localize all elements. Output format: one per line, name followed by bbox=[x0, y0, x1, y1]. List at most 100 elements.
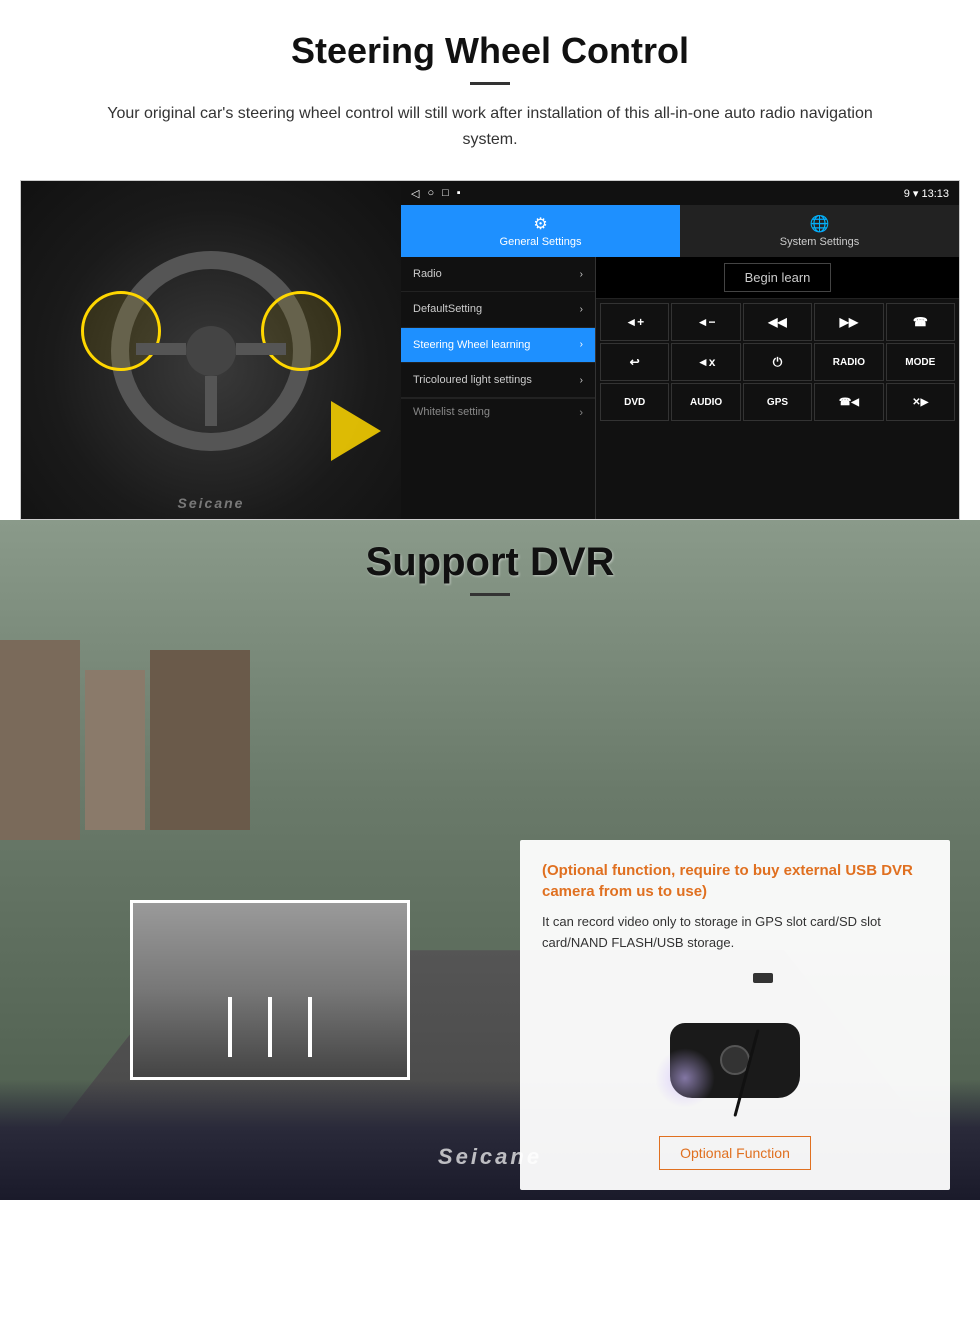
steering-title-block: Steering Wheel Control Your original car… bbox=[0, 0, 980, 162]
general-settings-icon: ⚙ bbox=[533, 214, 547, 234]
ctrl-mute[interactable]: ◄x bbox=[671, 343, 740, 381]
android-ui-panel: ◁ ○ □ ▪ 9 ▾ 13:13 ⚙ General Settings bbox=[401, 181, 959, 520]
menu-item-default-setting[interactable]: DefaultSetting › bbox=[401, 292, 595, 327]
ctrl-call-next[interactable]: ✕▶ bbox=[886, 383, 955, 421]
menu-item-tricoloured[interactable]: Tricoloured light settings › bbox=[401, 363, 595, 398]
ctrl-gps[interactable]: GPS bbox=[743, 383, 812, 421]
system-settings-icon: 🌐 bbox=[810, 214, 830, 234]
steering-learn-panel: Begin learn ◄+ ◄− ◀◀ ▶▶ ☎ ↩ ◄x ⏻ RADIO M… bbox=[596, 257, 959, 520]
dvr-thumbnail bbox=[130, 900, 410, 1080]
seicane-watermark-steering: Seicane bbox=[178, 495, 245, 511]
prev-icon: ◀◀ bbox=[768, 315, 786, 329]
settings-menu: Radio › DefaultSetting › Steering Wheel … bbox=[401, 257, 596, 520]
tab-general-label: General Settings bbox=[500, 236, 582, 248]
next-icon: ▶▶ bbox=[840, 315, 858, 329]
building-2 bbox=[85, 670, 145, 830]
ctrl-call[interactable]: ☎ bbox=[886, 303, 955, 341]
highlight-circle-left bbox=[81, 291, 161, 371]
ctrl-call-prev[interactable]: ☎◀ bbox=[814, 383, 883, 421]
chevron-whitelist: › bbox=[579, 407, 583, 419]
menu-icon: ▪ bbox=[457, 187, 461, 199]
back-icon: ◁ bbox=[411, 187, 419, 200]
status-left: ◁ ○ □ ▪ bbox=[411, 187, 461, 200]
call-icon: ☎ bbox=[913, 315, 928, 329]
tab-system-label: System Settings bbox=[780, 236, 859, 248]
spoke-left bbox=[136, 343, 186, 355]
building-1 bbox=[0, 640, 80, 840]
arrow-overlay bbox=[331, 401, 381, 461]
audio-label: AUDIO bbox=[690, 397, 722, 408]
ctrl-next[interactable]: ▶▶ bbox=[814, 303, 883, 341]
spoke-right bbox=[236, 343, 286, 355]
thumbnail-road-scene bbox=[133, 903, 407, 1077]
android-tabs[interactable]: ⚙ General Settings 🌐 System Settings bbox=[401, 205, 959, 257]
optional-function-container: Optional Function bbox=[542, 1128, 928, 1170]
highlight-circle-right bbox=[261, 291, 341, 371]
menu-item-default-label: DefaultSetting bbox=[413, 302, 482, 316]
mode-label: MODE bbox=[905, 357, 935, 368]
menu-item-radio-label: Radio bbox=[413, 267, 442, 281]
menu-item-radio[interactable]: Radio › bbox=[401, 257, 595, 292]
ctrl-audio[interactable]: AUDIO bbox=[671, 383, 740, 421]
dvr-info-card: (Optional function, require to buy exter… bbox=[520, 840, 950, 1190]
hangup-icon: ↩ bbox=[630, 355, 640, 369]
chevron-default: › bbox=[580, 304, 583, 315]
steering-wheel-image: Seicane bbox=[21, 181, 401, 520]
dvr-camera-illustration bbox=[542, 968, 928, 1118]
mute-icon: ◄x bbox=[697, 355, 716, 369]
signal-icon: 9 bbox=[904, 188, 910, 200]
status-right: 9 ▾ 13:13 bbox=[904, 187, 949, 200]
tab-system-settings[interactable]: 🌐 System Settings bbox=[680, 205, 959, 257]
wifi-icon: ▾ bbox=[913, 188, 919, 200]
gps-label: GPS bbox=[767, 397, 788, 408]
radio-label: RADIO bbox=[833, 357, 865, 368]
menu-item-whitelist-label: Whitelist setting bbox=[413, 405, 490, 419]
optional-function-button[interactable]: Optional Function bbox=[659, 1136, 811, 1170]
dvr-description: It can record video only to storage in G… bbox=[542, 912, 928, 954]
usb-connector bbox=[753, 973, 773, 983]
begin-learn-row: Begin learn bbox=[596, 257, 959, 299]
ctrl-radio[interactable]: RADIO bbox=[814, 343, 883, 381]
ctrl-mode[interactable]: MODE bbox=[886, 343, 955, 381]
ctrl-hangup[interactable]: ↩ bbox=[600, 343, 669, 381]
dvr-title: Support DVR bbox=[0, 540, 980, 585]
ctrl-prev[interactable]: ◀◀ bbox=[743, 303, 812, 341]
ctrl-power[interactable]: ⏻ bbox=[743, 343, 812, 381]
steering-title: Steering Wheel Control bbox=[40, 30, 940, 72]
building-3 bbox=[150, 650, 250, 830]
steering-wheel-bg: Seicane bbox=[21, 181, 401, 520]
time-display: 13:13 bbox=[921, 188, 949, 200]
ctrl-vol-down[interactable]: ◄− bbox=[671, 303, 740, 341]
menu-item-steering-label: Steering Wheel learning bbox=[413, 338, 530, 352]
chevron-radio: › bbox=[580, 269, 583, 280]
chevron-steering: › bbox=[580, 339, 583, 350]
dvd-label: DVD bbox=[624, 397, 645, 408]
vol-down-icon: ◄− bbox=[697, 315, 716, 329]
recents-icon: □ bbox=[442, 187, 449, 199]
begin-learn-button[interactable]: Begin learn bbox=[724, 263, 832, 292]
power-icon: ⏻ bbox=[773, 355, 783, 370]
vol-up-icon: ◄+ bbox=[625, 315, 644, 329]
home-icon: ○ bbox=[427, 187, 434, 199]
steering-wheel-center bbox=[186, 326, 236, 376]
menu-item-tricoloured-label: Tricoloured light settings bbox=[413, 373, 532, 387]
title-divider bbox=[470, 82, 510, 85]
ctrl-vol-up[interactable]: ◄+ bbox=[600, 303, 669, 341]
dvr-section: Support DVR (Optional function, require … bbox=[0, 520, 980, 1200]
chevron-tricoloured: › bbox=[580, 375, 583, 386]
menu-item-steering-wheel[interactable]: Steering Wheel learning › bbox=[401, 328, 595, 363]
dvr-optional-text: (Optional function, require to buy exter… bbox=[542, 860, 928, 902]
dvr-divider bbox=[470, 593, 510, 596]
android-status-bar: ◁ ○ □ ▪ 9 ▾ 13:13 bbox=[401, 181, 959, 205]
dvr-title-block: Support DVR bbox=[0, 540, 980, 596]
android-content: Radio › DefaultSetting › Steering Wheel … bbox=[401, 257, 959, 520]
steering-description: Your original car's steering wheel contr… bbox=[80, 101, 900, 152]
screenshot-composite: Seicane ◁ ○ □ ▪ 9 ▾ 13:13 bbox=[20, 180, 960, 520]
call-prev-icon: ☎◀ bbox=[839, 397, 859, 408]
camera-light bbox=[655, 1048, 715, 1108]
menu-item-whitelist[interactable]: Whitelist setting › bbox=[401, 398, 595, 425]
call-next-icon: ✕▶ bbox=[912, 397, 928, 408]
tab-general-settings[interactable]: ⚙ General Settings bbox=[401, 205, 680, 257]
ctrl-dvd[interactable]: DVD bbox=[600, 383, 669, 421]
steering-section: Steering Wheel Control Your original car… bbox=[0, 0, 980, 520]
